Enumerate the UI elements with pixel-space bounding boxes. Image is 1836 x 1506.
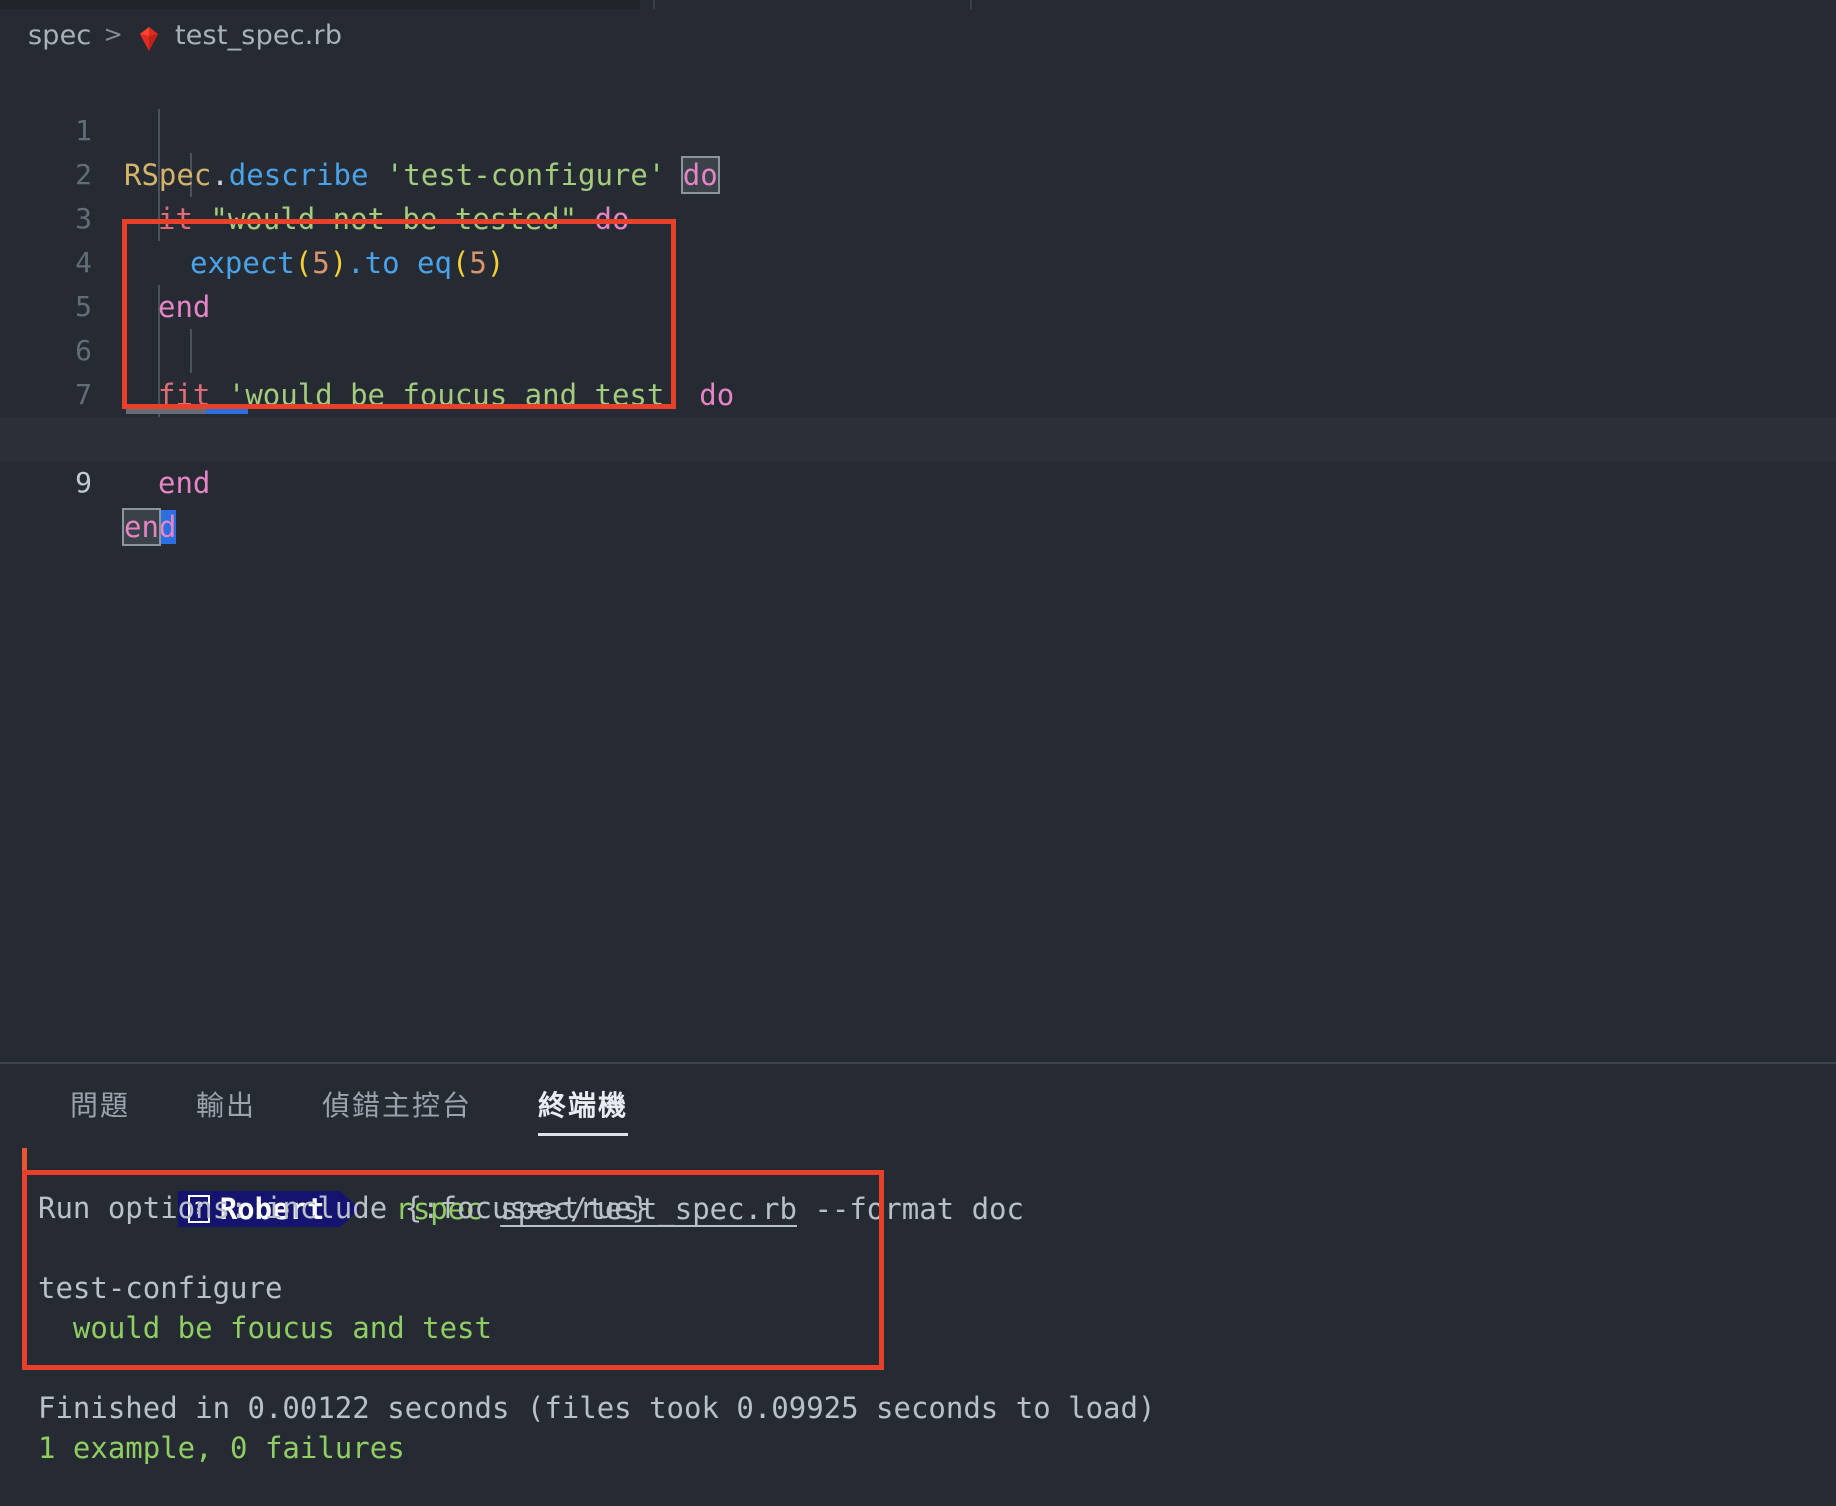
panel-tab-bar[interactable]: 問題 輸出 偵錯主控台 終端機 [0, 1064, 668, 1144]
terminal-command-line: ?Robert rspec spec/test_spec.rb --format… [0, 1146, 1836, 1188]
code-content[interactable]: 1 RSpec.describe 'test-configure' do 2 i… [0, 65, 1836, 461]
code-editor[interactable]: spec > test_spec.rb 1 RSpec.descri [0, 9, 1836, 1062]
code-line[interactable]: 7 expect(5).to eq(5) [0, 329, 1836, 373]
breadcrumb: spec > test_spec.rb [0, 15, 342, 55]
panel-tab-label: 問題 [70, 1084, 130, 1124]
active-tab-underline [538, 1133, 628, 1136]
code-line[interactable]: 8 end [0, 373, 1836, 417]
terminal-line: Finished in 0.00122 seconds (files took … [0, 1388, 1836, 1428]
terminal-finished-line: Finished in 0.00122 seconds (files took … [38, 1391, 1155, 1425]
line-content: end [158, 461, 210, 505]
code-line[interactable]: 5 [0, 241, 1836, 285]
line-number: 9 [0, 461, 92, 505]
terminal-run-options: Run options: include {:focus=>true} [38, 1191, 649, 1225]
terminal-line-blank [0, 1228, 1836, 1268]
editor-tab-active[interactable] [0, 0, 640, 9]
terminal-example-name: would be foucus and test [38, 1311, 492, 1345]
terminal-line: 1 example, 0 failures [0, 1428, 1836, 1468]
horizontal-scrollbar[interactable] [126, 405, 206, 414]
terminal-line-blank [0, 1348, 1836, 1388]
panel-tab-label: 輸出 [196, 1084, 256, 1124]
code-line-current[interactable]: 9 end [0, 417, 1836, 461]
bottom-panel: 問題 輸出 偵錯主控台 終端機 ?Robert rspec spec/test_… [0, 1062, 1836, 1506]
terminal-line: would be foucus and test [0, 1308, 1836, 1348]
vscode-window: spec > test_spec.rb 1 RSpec.descri [0, 0, 1836, 1506]
token-end-bracket-match: en [124, 510, 159, 544]
terminal-output[interactable]: ?Robert rspec spec/test_spec.rb --format… [0, 1146, 1836, 1506]
editor-tab-bar [0, 0, 1836, 9]
code-line[interactable]: 1 RSpec.describe 'test-configure' do [0, 65, 1836, 109]
token-end: end [158, 466, 210, 500]
panel-tab-problems[interactable]: 問題 [44, 1064, 156, 1144]
code-line[interactable]: 3 expect(5).to eq(5) [0, 153, 1836, 197]
breadcrumb-folder[interactable]: spec [28, 20, 91, 51]
terminal-summary-line: 1 example, 0 failures [38, 1431, 405, 1465]
terminal-group-name: test-configure [38, 1271, 282, 1305]
breadcrumb-file[interactable]: test_spec.rb [175, 20, 342, 51]
panel-tab-label: 偵錯主控台 [322, 1084, 472, 1124]
horizontal-scrollbar-thumb[interactable] [206, 405, 248, 414]
code-line[interactable]: 6 fit 'would be foucus and test' do [0, 285, 1836, 329]
panel-tab-output[interactable]: 輸出 [170, 1064, 282, 1144]
ruby-icon [135, 25, 163, 53]
selected-character: d [159, 510, 176, 544]
tab-separator [653, 0, 655, 9]
line-content: end [124, 505, 176, 549]
terminal-line: test-configure [0, 1268, 1836, 1308]
chevron-right-icon: > [103, 22, 122, 48]
code-line[interactable]: 2 it "would not be tested" do [0, 109, 1836, 153]
panel-tab-label: 終端機 [538, 1084, 628, 1124]
tab-separator [970, 0, 972, 9]
code-line[interactable]: 4 end [0, 197, 1836, 241]
panel-tab-terminal[interactable]: 終端機 [512, 1064, 654, 1144]
terminal-line: Run options: include {:focus=>true} [0, 1188, 1836, 1228]
panel-tab-debug-console[interactable]: 偵錯主控台 [296, 1064, 498, 1144]
